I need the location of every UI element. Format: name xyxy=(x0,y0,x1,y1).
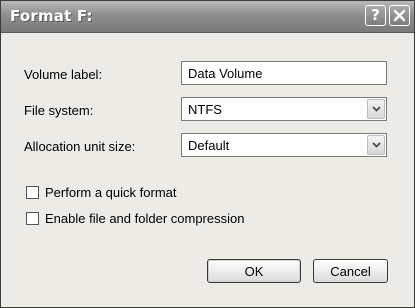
compression-option[interactable]: Enable file and folder compression xyxy=(26,211,244,226)
quick-format-option[interactable]: Perform a quick format xyxy=(26,185,177,200)
allocation-size-select[interactable]: Default xyxy=(181,133,387,157)
allocation-size-value: Default xyxy=(188,138,230,153)
file-system-select[interactable]: NTFS xyxy=(181,97,387,121)
ok-button[interactable]: OK xyxy=(207,259,301,283)
chevron-down-icon xyxy=(371,142,381,148)
chevron-down-icon xyxy=(371,106,381,112)
allocation-size-dropdown-button[interactable] xyxy=(367,135,385,155)
dialog-title: Format F: xyxy=(10,7,93,25)
title-bar[interactable]: Format F: ? xyxy=(1,1,414,33)
compression-checkbox[interactable] xyxy=(26,212,39,225)
file-system-dropdown-button[interactable] xyxy=(367,99,385,119)
file-system-caption: File system: xyxy=(24,103,94,118)
cancel-button[interactable]: Cancel xyxy=(313,259,388,283)
format-dialog: Format F: ? Volume label: Data Volume Fi… xyxy=(0,0,415,308)
help-icon: ? xyxy=(371,6,380,24)
compression-label: Enable file and folder compression xyxy=(45,211,245,226)
volume-label-caption: Volume label: xyxy=(24,67,103,82)
help-button[interactable]: ? xyxy=(365,5,386,26)
close-icon xyxy=(393,9,406,22)
volume-label-value: Data Volume xyxy=(188,66,263,81)
close-button[interactable] xyxy=(389,5,410,26)
volume-label-input[interactable]: Data Volume xyxy=(181,61,387,85)
file-system-value: NTFS xyxy=(188,102,222,117)
allocation-size-caption: Allocation unit size: xyxy=(24,139,136,154)
quick-format-checkbox[interactable] xyxy=(26,186,39,199)
quick-format-label: Perform a quick format xyxy=(45,185,177,200)
